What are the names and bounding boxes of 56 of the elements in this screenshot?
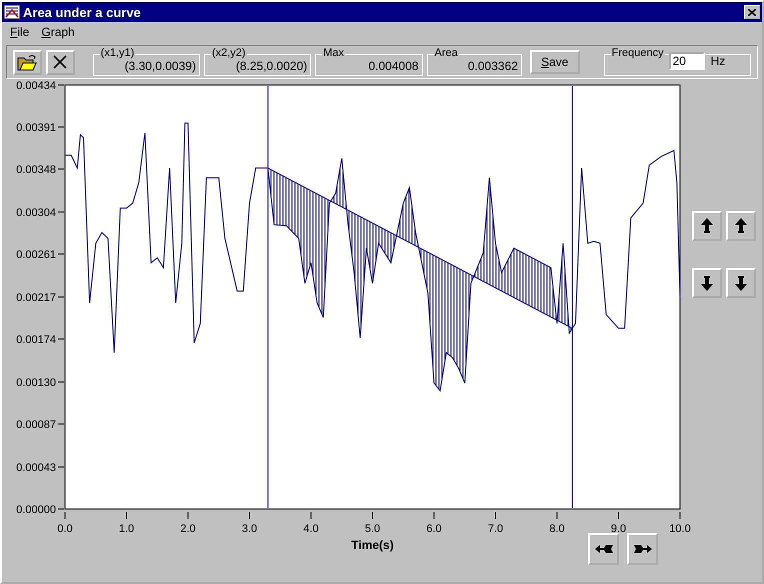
cross-icon bbox=[53, 55, 68, 69]
axis-label: 0.00174 bbox=[16, 334, 56, 346]
readout-label: (x2,y2) bbox=[210, 47, 247, 59]
readout-value: (8.25,0.0020) bbox=[236, 59, 308, 73]
axis-label: 0.00043 bbox=[16, 462, 56, 474]
arrow-up-icon bbox=[734, 217, 748, 235]
frequency-field[interactable]: 20 bbox=[668, 52, 705, 70]
axis-label: 3.0 bbox=[242, 523, 258, 535]
unit-label: Hz bbox=[710, 54, 726, 68]
folder-icon bbox=[17, 54, 38, 70]
axis-label: 10.0 bbox=[669, 523, 691, 535]
axis-label: 9.0 bbox=[610, 523, 626, 535]
axis-label: 0.00348 bbox=[16, 164, 56, 176]
arrow-button[interactable] bbox=[627, 533, 658, 565]
arrow-button[interactable] bbox=[692, 211, 722, 241]
arrow-button[interactable] bbox=[726, 268, 756, 298]
frequency-label: Frequency bbox=[610, 47, 665, 59]
save-button[interactable]: Save bbox=[530, 50, 580, 74]
readout-label: Area bbox=[434, 47, 459, 59]
axis-label: 1.0 bbox=[118, 523, 134, 535]
open-button[interactable] bbox=[13, 50, 42, 74]
axis-label: 0.00000 bbox=[16, 504, 56, 516]
axis-label: 0.00304 bbox=[16, 207, 56, 219]
arrow-down-icon bbox=[700, 274, 714, 292]
readout-value: 0.003362 bbox=[468, 59, 518, 73]
close-button[interactable] bbox=[744, 5, 760, 19]
axis-label: 6.0 bbox=[426, 523, 442, 535]
axis-label: 0.00391 bbox=[16, 122, 56, 134]
readout-label: Max bbox=[322, 47, 346, 59]
axis-label: 0.00217 bbox=[16, 292, 56, 304]
menu-item[interactable]: Graph bbox=[41, 24, 75, 38]
axis-title: Time(s) bbox=[351, 538, 394, 552]
axis-label: 0.00130 bbox=[16, 377, 56, 389]
axis-label: 0.00434 bbox=[16, 80, 56, 92]
readout-value: (3.30,0.0039) bbox=[124, 59, 196, 73]
axis-label: 2.0 bbox=[180, 523, 196, 535]
arrow-button[interactable] bbox=[588, 533, 619, 565]
axis-label: 7.0 bbox=[488, 523, 504, 535]
arrow-left-icon bbox=[592, 543, 614, 555]
arrow-up-icon bbox=[700, 217, 714, 235]
menu-item[interactable]: File bbox=[10, 24, 30, 38]
axis-label: 5.0 bbox=[364, 523, 380, 535]
axis-label: 8.0 bbox=[549, 523, 565, 535]
readout-label: (x1,y1) bbox=[100, 47, 136, 59]
close-button[interactable] bbox=[46, 50, 75, 74]
arrow-button[interactable] bbox=[726, 211, 756, 241]
axis-label: 0.0 bbox=[57, 523, 73, 535]
window-title: Area under a curve bbox=[23, 4, 142, 20]
arrow-down-icon bbox=[734, 274, 748, 292]
readout-value: 0.004008 bbox=[368, 59, 419, 73]
axis-label: 0.00261 bbox=[16, 249, 56, 262]
axis-label: 0.00087 bbox=[16, 419, 56, 431]
close-icon bbox=[748, 8, 756, 16]
axis-label: 4.0 bbox=[303, 523, 319, 535]
arrow-button[interactable] bbox=[692, 268, 722, 298]
arrow-right-icon bbox=[632, 543, 654, 555]
